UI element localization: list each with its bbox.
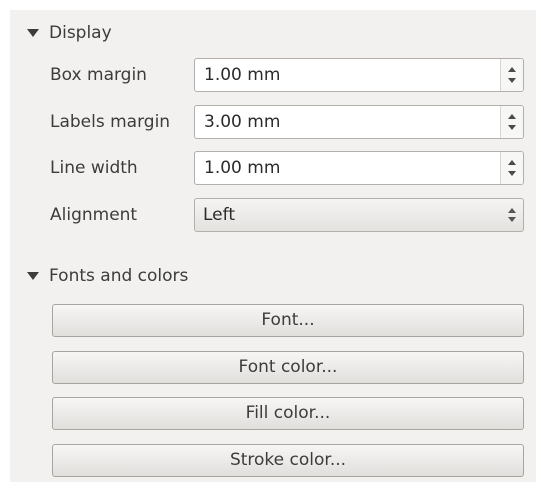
box-margin-spinbox[interactable]: 1.00 mm xyxy=(194,58,524,92)
line-width-label: Line width xyxy=(50,158,138,178)
labels-margin-value[interactable]: 3.00 mm xyxy=(204,106,280,138)
increment-arrow-icon[interactable] xyxy=(508,67,516,72)
display-section-title: Display xyxy=(49,23,112,43)
increment-arrow-icon[interactable] xyxy=(508,160,516,165)
decrement-arrow-icon[interactable] xyxy=(508,171,516,176)
increment-arrow-icon[interactable] xyxy=(508,114,516,119)
box-margin-label: Box margin xyxy=(50,65,147,85)
alignment-select[interactable]: Left xyxy=(194,198,524,232)
alignment-label: Alignment xyxy=(50,205,138,225)
decrement-arrow-icon[interactable] xyxy=(508,78,516,83)
stroke-color-button[interactable]: Stroke color... xyxy=(52,444,524,477)
labels-margin-spinbox[interactable]: 3.00 mm xyxy=(194,105,524,139)
collapse-triangle-icon[interactable] xyxy=(27,272,39,280)
fonts-colors-section-title: Fonts and colors xyxy=(49,266,189,286)
display-section-header[interactable]: Display xyxy=(27,23,112,43)
box-margin-stepper[interactable] xyxy=(500,59,523,91)
fonts-colors-section-header[interactable]: Fonts and colors xyxy=(27,266,188,286)
labels-margin-label: Labels margin xyxy=(50,112,171,132)
fill-color-button[interactable]: Fill color... xyxy=(52,397,524,430)
font-color-button[interactable]: Font color... xyxy=(52,351,524,384)
line-width-value[interactable]: 1.00 mm xyxy=(204,152,280,184)
chevron-up-icon xyxy=(508,208,516,213)
labels-margin-stepper[interactable] xyxy=(500,106,523,138)
box-margin-value[interactable]: 1.00 mm xyxy=(204,59,280,91)
decrement-arrow-icon[interactable] xyxy=(508,125,516,130)
chevron-down-icon xyxy=(508,217,516,222)
combo-arrows-icon xyxy=(505,199,519,231)
alignment-value: Left xyxy=(203,205,235,225)
line-width-stepper[interactable] xyxy=(500,152,523,184)
line-width-spinbox[interactable]: 1.00 mm xyxy=(194,151,524,185)
collapse-triangle-icon[interactable] xyxy=(27,29,39,37)
settings-panel: Display Box margin 1.00 mm Labels margin… xyxy=(10,10,536,482)
font-button[interactable]: Font... xyxy=(52,304,524,337)
